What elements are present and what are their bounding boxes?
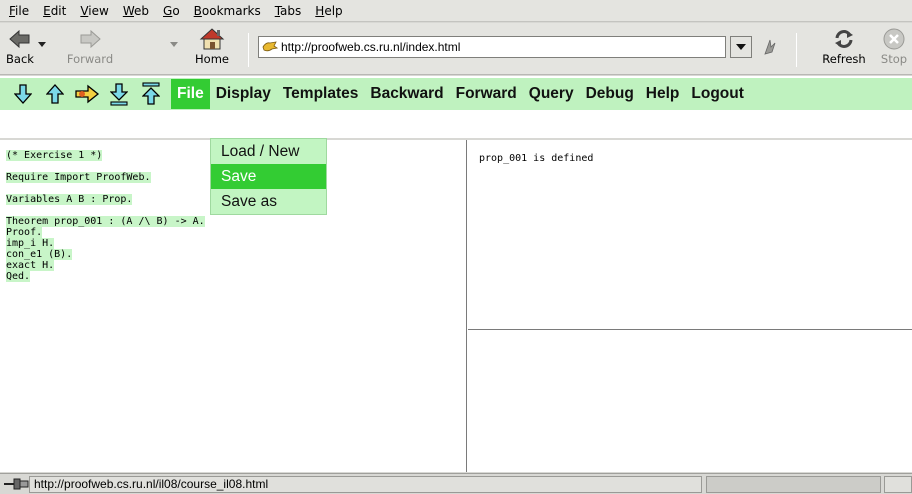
pw-menu-file[interactable]: File	[171, 79, 210, 109]
menu-edit[interactable]: Edit	[36, 1, 73, 21]
menu-tabs[interactable]: Tabs	[268, 1, 309, 21]
step-up-icon[interactable]	[40, 80, 69, 108]
code-line: Qed.	[6, 271, 31, 282]
toolbar-separator	[248, 33, 249, 67]
menu-web[interactable]: Web	[116, 1, 156, 21]
menu-help[interactable]: Help	[308, 1, 349, 21]
forward-history-dropdown[interactable]	[170, 42, 178, 47]
stop-icon	[882, 26, 906, 52]
messages-pane	[468, 331, 912, 472]
menu-file[interactable]: File	[2, 1, 36, 21]
menu-bookmarks[interactable]: Bookmarks	[187, 1, 268, 21]
code-line: Proof.	[6, 227, 43, 238]
url-input[interactable]	[281, 40, 721, 54]
refresh-button[interactable]: Refresh	[818, 26, 870, 66]
address-bar[interactable]	[258, 36, 726, 58]
file-dropdown-menu: Load / New Save Save as	[210, 138, 327, 215]
back-history-dropdown[interactable]	[38, 42, 46, 47]
home-button[interactable]: Home	[186, 26, 238, 66]
menu-view[interactable]: View	[73, 1, 115, 21]
step-down-icon[interactable]	[8, 80, 37, 108]
menu-bar: File Edit View Web Go Bookmarks Tabs Hel…	[0, 0, 912, 22]
status-text: http://proofweb.cs.ru.nl/il08/course_il0…	[29, 476, 702, 493]
status-bar: http://proofweb.cs.ru.nl/il08/course_il0…	[0, 473, 912, 494]
progress-area	[706, 476, 881, 493]
code-line: exact H.	[6, 260, 55, 271]
security-icon	[884, 476, 912, 493]
chevron-down-icon	[736, 44, 746, 50]
dropdown-item-load-new[interactable]: Load / New	[211, 139, 326, 164]
goto-end-icon[interactable]	[104, 80, 133, 108]
url-history-dropdown[interactable]	[730, 36, 752, 58]
pw-menu-logout[interactable]: Logout	[685, 79, 750, 109]
menu-go[interactable]: Go	[156, 1, 187, 21]
pw-menu-backward[interactable]: Backward	[364, 79, 449, 109]
dropdown-item-save[interactable]: Save	[211, 164, 326, 189]
code-line: imp_i H.	[6, 238, 55, 249]
goto-start-icon[interactable]	[136, 80, 165, 108]
proofweb-toolbar: File Display Templates Backward Forward …	[0, 78, 912, 110]
pw-menu-debug[interactable]: Debug	[580, 79, 640, 109]
navigation-toolbar: Back Forward Home Refresh Stop	[0, 23, 912, 75]
code-line: con_e1 (B).	[6, 249, 73, 260]
home-icon	[199, 26, 225, 52]
goals-pane: prop_001 is defined	[468, 140, 912, 330]
forward-arrow-icon	[79, 26, 101, 52]
back-arrow-icon	[9, 26, 31, 52]
pw-menu-help[interactable]: Help	[640, 79, 686, 109]
connection-icon	[4, 477, 30, 491]
goto-cursor-icon[interactable]	[72, 80, 101, 108]
forward-button[interactable]: Forward	[64, 26, 116, 66]
pw-menu-forward[interactable]: Forward	[450, 79, 523, 109]
code-line: Theorem prop_001 : (A /\ B) -> A.	[6, 216, 205, 227]
dropdown-item-save-as[interactable]: Save as	[211, 189, 326, 214]
go-icon[interactable]	[762, 38, 778, 56]
toolbar-separator	[796, 33, 797, 67]
workspace: (* Exercise 1 *) Require Import ProofWeb…	[0, 140, 912, 472]
goals-message: prop_001 is defined	[479, 153, 594, 164]
pw-menu-display[interactable]: Display	[210, 79, 277, 109]
pw-menu-query[interactable]: Query	[523, 79, 580, 109]
refresh-icon	[832, 26, 856, 52]
proofweb-toolbar-area: File Display Templates Backward Forward …	[0, 76, 912, 138]
stop-button[interactable]: Stop	[868, 26, 912, 66]
pw-menu-templates[interactable]: Templates	[277, 79, 365, 109]
site-favicon	[259, 37, 281, 57]
